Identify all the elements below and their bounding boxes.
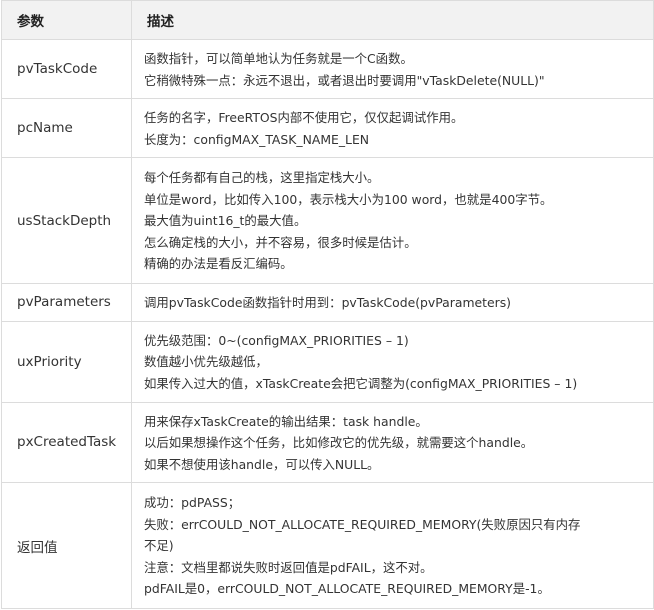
header-param: 参数 <box>1 0 132 40</box>
desc-line: 以后如果想操作这个任务，比如修改它的优先级，就需要这个handle。 <box>144 435 534 450</box>
desc-line: 不足) <box>144 538 174 554</box>
param-desc: 用来保存xTaskCreate的输出结果：task handle。 以后如果想操… <box>131 401 654 483</box>
param-name: 返回值 <box>1 482 132 609</box>
table-row: pcName 任务的名字，FreeRTOS内部不使用它，仅仅起调试作用。 长度为… <box>1 98 654 158</box>
desc-line: 最大值为uint16_t的最大值。 <box>144 213 307 229</box>
desc-line: 任务的名字，FreeRTOS内部不使用它，仅仅起调试作用。 <box>144 110 464 125</box>
desc-line: 精确的办法是看反汇编码。 <box>144 256 293 272</box>
desc-line: 注意：文档里都说失败时返回值是pdFAIL，这不对。 <box>144 559 433 575</box>
parameter-table: 参数 描述 pvTaskCode 函数指针，可以简单地认为任务就是一个C函数。 … <box>1 0 654 609</box>
header-row: 参数 描述 <box>1 0 654 40</box>
desc-line: 长度为：configMAX_TASK_NAME_LEN <box>144 131 370 147</box>
desc-line: 如果传入过大的值，xTaskCreate会把它调整为(configMAX_PRI… <box>144 375 578 391</box>
param-name: pxCreatedTask <box>1 401 132 483</box>
desc-line: 优先级范围：0~(configMAX_PRIORITIES – 1) <box>144 332 409 348</box>
param-desc: 优先级范围：0~(configMAX_PRIORITIES – 1) 数值越小优… <box>131 320 654 403</box>
table-row: pvParameters 调用pvTaskCode函数指针时用到：pvTaskC… <box>1 283 654 322</box>
header-desc: 描述 <box>131 0 654 40</box>
desc-line: 如果不想使用该handle，可以传入NULL。 <box>144 456 380 472</box>
desc-line: 函数指针，可以简单地认为任务就是一个C函数。 <box>144 51 413 66</box>
desc-line: 失败：errCOULD_NOT_ALLOCATE_REQUIRED_MEMORY… <box>144 516 581 532</box>
param-name: pcName <box>1 98 132 158</box>
table-row: 返回值 成功：pdPASS； 失败：errCOULD_NOT_ALLOCATE_… <box>1 482 654 609</box>
param-desc: 函数指针，可以简单地认为任务就是一个C函数。 它稍微特殊一点：永远不退出，或者退… <box>131 39 654 99</box>
table-row: pxCreatedTask 用来保存xTaskCreate的输出结果：task … <box>1 401 654 483</box>
table-row: usStackDepth 每个任务都有自己的栈，这里指定栈大小。 单位是word… <box>1 157 654 284</box>
param-desc: 任务的名字，FreeRTOS内部不使用它，仅仅起调试作用。 长度为：config… <box>131 98 654 158</box>
param-desc: 每个任务都有自己的栈，这里指定栈大小。 单位是word，比如传入100，表示栈大… <box>131 157 654 284</box>
param-name: uxPriority <box>1 320 132 403</box>
desc-line: 用来保存xTaskCreate的输出结果：task handle。 <box>144 413 428 429</box>
desc-line: 数值越小优先级越低， <box>144 354 268 370</box>
table-row: uxPriority 优先级范围：0~(configMAX_PRIORITIES… <box>1 320 654 403</box>
desc-line: 调用pvTaskCode函数指针时用到：pvTaskCode(pvParamet… <box>144 295 512 310</box>
param-name: pvParameters <box>1 283 132 322</box>
param-name: usStackDepth <box>1 157 132 284</box>
desc-line: 成功：pdPASS； <box>144 495 241 511</box>
desc-line: 单位是word，比如传入100，表示栈大小为100 word，也就是400字节。 <box>144 191 553 207</box>
param-name: pvTaskCode <box>1 39 132 99</box>
table-row: pvTaskCode 函数指针，可以简单地认为任务就是一个C函数。 它稍微特殊一… <box>1 39 654 99</box>
param-desc: 成功：pdPASS； 失败：errCOULD_NOT_ALLOCATE_REQU… <box>131 482 654 609</box>
desc-line: pdFAIL是0，errCOULD_NOT_ALLOCATE_REQUIRED_… <box>144 581 550 597</box>
desc-line: 每个任务都有自己的栈，这里指定栈大小。 <box>144 170 380 186</box>
param-desc: 调用pvTaskCode函数指针时用到：pvTaskCode(pvParamet… <box>131 283 654 322</box>
desc-line: 它稍微特殊一点：永远不退出，或者退出时要调用"vTaskDelete(NULL)… <box>144 72 545 88</box>
desc-line: 怎么确定栈的大小，并不容易，很多时候是估计。 <box>144 234 417 250</box>
